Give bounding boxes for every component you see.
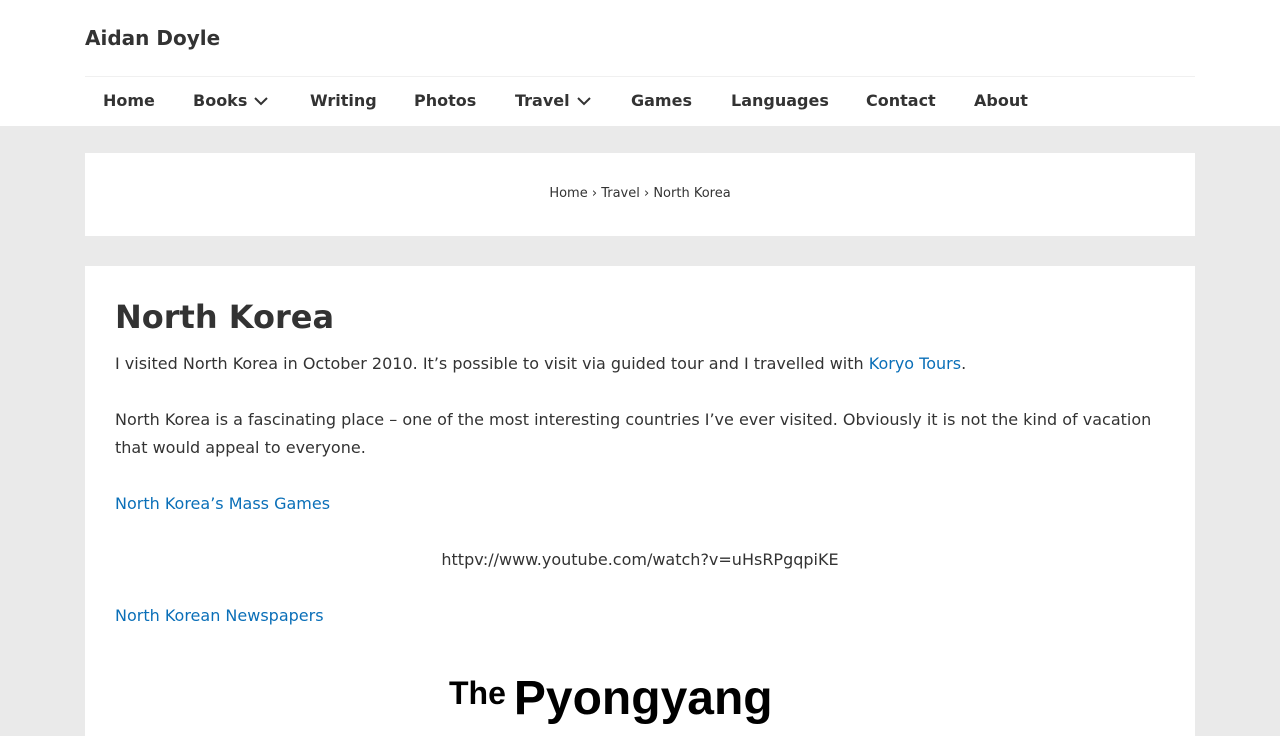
- newspaper-masthead-image: The Pyongyang: [447, 670, 839, 730]
- masthead-logo-text: The Pyongyang: [449, 672, 773, 725]
- nav-item-home[interactable]: Home: [103, 88, 155, 114]
- page-title: North Korea: [115, 298, 335, 336]
- breadcrumb: Home › Travel › North Korea: [85, 185, 1195, 203]
- nav-item-books[interactable]: Books: [193, 88, 269, 114]
- newspapers-link[interactable]: North Korean Newspapers: [115, 606, 324, 625]
- nav-item-languages[interactable]: Languages: [731, 88, 829, 114]
- koryo-tours-link[interactable]: Koryo Tours: [869, 354, 961, 373]
- newspapers-paragraph: North Korean Newspapers: [115, 605, 324, 627]
- nav-divider: [85, 76, 1195, 77]
- intro-paragraph: I visited North Korea in October 2010. I…: [115, 353, 966, 375]
- masthead-word-2: Pyongyang: [514, 672, 773, 725]
- breadcrumb-panel: Home › Travel › North Korea: [85, 153, 1195, 236]
- mass-games-link[interactable]: North Korea’s Mass Games: [115, 494, 330, 513]
- breadcrumb-travel-link[interactable]: Travel: [601, 186, 640, 201]
- youtube-embed-text: httpv://www.youtube.com/watch?v=uHsRPgqp…: [441, 550, 839, 569]
- nav-label: Books: [193, 91, 248, 110]
- nav-label: About: [974, 91, 1028, 110]
- masthead-word-1: The: [449, 675, 506, 711]
- nav-label: Travel: [515, 91, 570, 110]
- nav-item-contact[interactable]: Contact: [866, 88, 936, 114]
- nav-label: Contact: [866, 91, 936, 110]
- intro-end: .: [961, 354, 967, 373]
- site-header: Aidan Doyle Home Books Writing Photos Tr…: [0, 0, 1280, 126]
- nav-item-travel[interactable]: Travel: [515, 88, 591, 114]
- nav-item-games[interactable]: Games: [631, 88, 692, 114]
- chevron-down-icon[interactable]: [576, 96, 591, 106]
- intro-text: I visited North Korea in October 2010. I…: [115, 354, 869, 373]
- breadcrumb-separator: ›: [591, 186, 598, 201]
- nav-label: Games: [631, 91, 692, 110]
- content-panel: North Korea I visited North Korea in Oct…: [85, 266, 1195, 736]
- nav-label: Home: [103, 91, 155, 110]
- nav-item-about[interactable]: About: [974, 88, 1028, 114]
- breadcrumb-home-link[interactable]: Home: [549, 186, 587, 201]
- breadcrumb-current: North Korea: [653, 186, 731, 201]
- chevron-down-icon[interactable]: [254, 96, 269, 106]
- nav-label: Writing: [310, 91, 377, 110]
- mass-games-paragraph: North Korea’s Mass Games: [115, 493, 330, 515]
- nav-item-writing[interactable]: Writing: [310, 88, 377, 114]
- description-line-1: North Korea is a fascinating place – one…: [115, 410, 1152, 429]
- newspaper-masthead-logo: The Pyongyang: [449, 672, 773, 725]
- nav-item-photos[interactable]: Photos: [414, 88, 476, 114]
- site-title[interactable]: Aidan Doyle: [85, 25, 220, 51]
- description-line-2: that would appeal to everyone.: [115, 438, 366, 457]
- nav-label: Languages: [731, 91, 829, 110]
- breadcrumb-separator: ›: [643, 186, 650, 201]
- nav-label: Photos: [414, 91, 477, 110]
